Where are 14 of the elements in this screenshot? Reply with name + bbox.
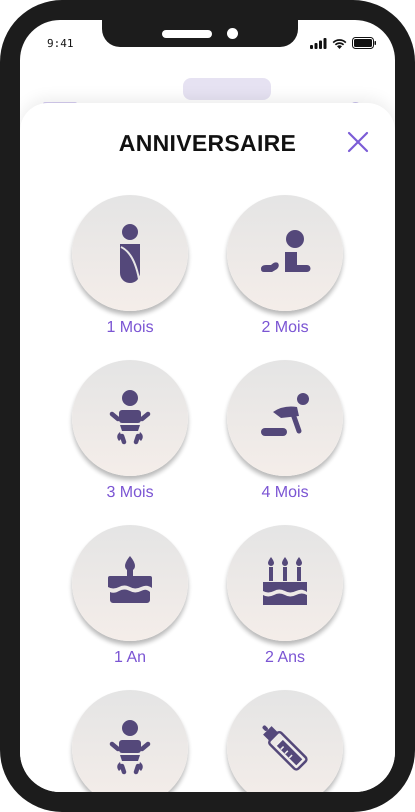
milestone-label[interactable]: 3 Mois <box>106 484 154 502</box>
milestone-label[interactable]: 2 Mois <box>261 319 309 337</box>
milestone-button[interactable] <box>227 690 343 792</box>
milestone-label[interactable]: 4 Mois <box>261 484 309 502</box>
sheet-title: ANNIVERSAIRE <box>118 130 296 158</box>
battery-icon <box>352 37 376 49</box>
milestone-label[interactable]: 2 Ans <box>264 649 306 667</box>
signal-icon <box>310 38 327 48</box>
milestone-button[interactable] <box>72 690 188 792</box>
milestone-label[interactable]: 1 Mois <box>106 319 154 337</box>
status-time: 9:41 <box>47 36 74 50</box>
close-button[interactable] <box>347 131 369 153</box>
wifi-icon <box>332 38 347 48</box>
milestone-label[interactable]: 1 An <box>114 649 146 667</box>
